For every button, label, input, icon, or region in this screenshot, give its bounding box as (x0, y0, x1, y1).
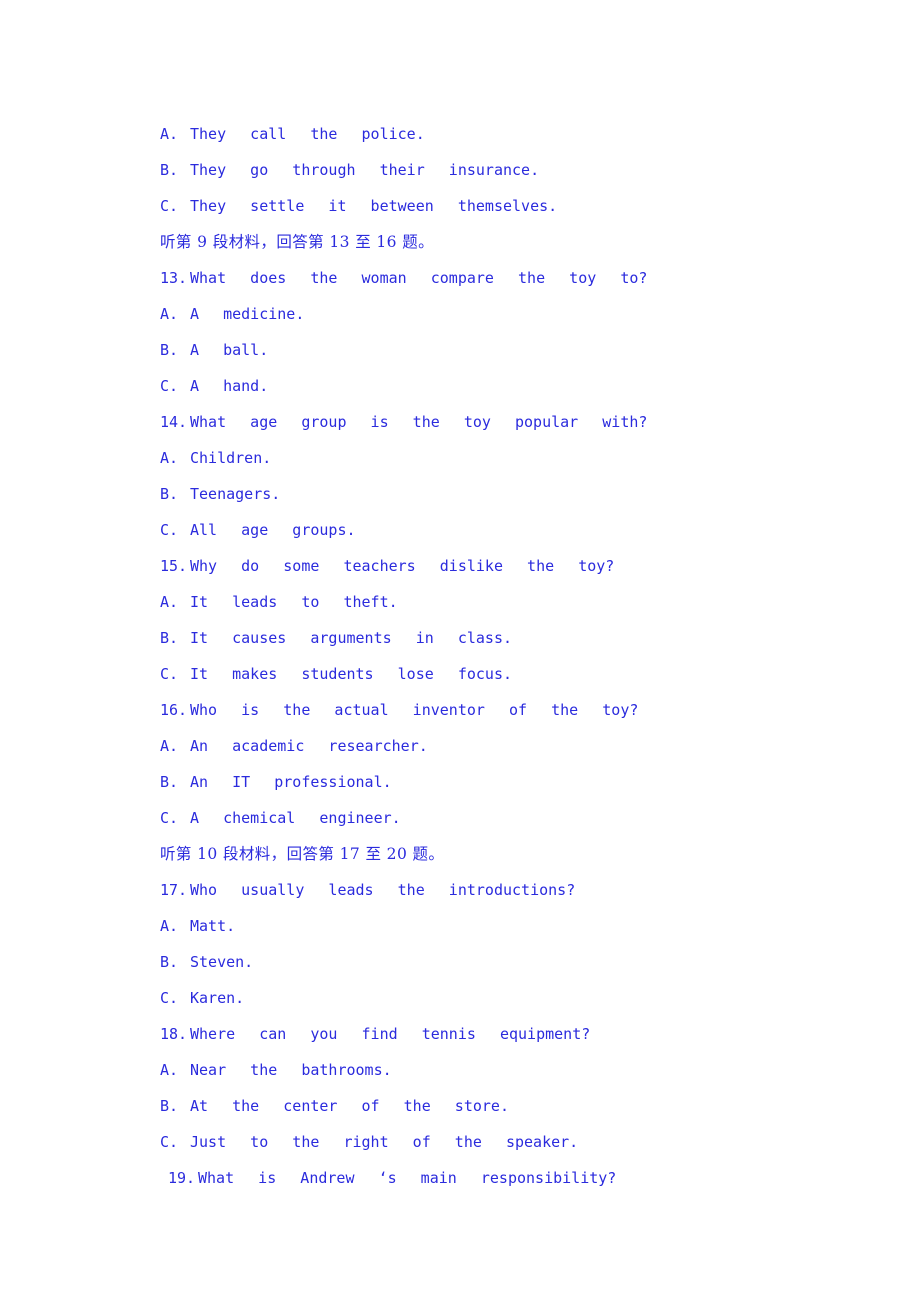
question-number: 18. (160, 1025, 188, 1043)
option-text: Just to the right of the speaker. (190, 1133, 579, 1151)
option-letter: B. (160, 341, 179, 359)
question-line: 13. What does the woman compare the toy t… (160, 260, 860, 296)
answer-option-line: B. Teenagers. (160, 476, 860, 512)
option-text: Children. (190, 449, 272, 467)
question-text: What age group is the toy popular with? (190, 413, 648, 431)
answer-option-line: B. An IT professional. (160, 764, 860, 800)
option-text: Karen. (190, 989, 245, 1007)
option-letter: A. (160, 737, 179, 755)
option-text: It makes students lose focus. (190, 665, 513, 683)
answer-option-line: C. It makes students lose focus. (160, 656, 860, 692)
option-text: An academic researcher. (190, 737, 428, 755)
option-letter: A. (160, 305, 179, 323)
question-text: Where can you find tennis equipment? (190, 1025, 591, 1043)
option-text: It leads to theft. (190, 593, 398, 611)
question-list: A. They call the police. B. They go through… (160, 116, 860, 1196)
answer-option-line: B. A ball. (160, 332, 860, 368)
answer-option-line: C. Karen. (160, 980, 860, 1016)
option-text: All age groups. (190, 521, 356, 539)
question-line: 15. Why do some teachers dislike the toy? (160, 548, 860, 584)
option-letter: A. (160, 593, 179, 611)
question-number: 16. (160, 701, 188, 719)
option-letter: B. (160, 485, 179, 503)
option-text: An IT professional. (190, 773, 392, 791)
question-number: 14. (160, 413, 188, 431)
listening-section-heading: 听第 10 段材料，回答第 17 至 20 题。 (160, 836, 860, 872)
option-letter: B. (160, 773, 179, 791)
question-line: 14. What age group is the toy popular wit… (160, 404, 860, 440)
question-text: What does the woman compare the toy to? (190, 269, 648, 287)
option-letter: C. (160, 197, 179, 215)
option-text: It causes arguments in class. (190, 629, 513, 647)
answer-option-line: B. At the center of the store. (160, 1088, 860, 1124)
option-letter: C. (160, 665, 179, 683)
option-letter: A. (160, 917, 179, 935)
section-heading-text: 听第 10 段材料，回答第 17 至 20 题。 (160, 845, 445, 863)
option-letter: B. (160, 161, 179, 179)
option-letter: B. (160, 953, 179, 971)
option-text: A medicine. (190, 305, 305, 323)
answer-option-line: A. It leads to theft. (160, 584, 860, 620)
option-text: A hand. (190, 377, 269, 395)
option-letter: C. (160, 521, 179, 539)
option-text: They settle it between themselves. (190, 197, 558, 215)
answer-option-line: C. They settle it between themselves. (160, 188, 860, 224)
question-number: 13. (160, 269, 188, 287)
answer-option-line: C. A hand. (160, 368, 860, 404)
option-text: At the center of the store. (190, 1097, 509, 1115)
answer-option-line: A. A medicine. (160, 296, 860, 332)
option-letter: B. (160, 1097, 179, 1115)
answer-option-line: B. It causes arguments in class. (160, 620, 860, 656)
option-text: A ball. (190, 341, 269, 359)
question-number: 19. (168, 1169, 196, 1187)
question-line: 19. What is Andrew ‘s main responsibility… (160, 1160, 860, 1196)
option-text: Matt. (190, 917, 236, 935)
question-text: Why do some teachers dislike the toy? (190, 557, 615, 575)
answer-option-line: C. A chemical engineer. (160, 800, 860, 836)
question-number: 15. (160, 557, 188, 575)
option-letter: A. (160, 1061, 179, 1079)
option-letter: C. (160, 377, 179, 395)
option-letter: C. (160, 1133, 179, 1151)
option-text: They go through their insurance. (190, 161, 540, 179)
option-text: Teenagers. (190, 485, 281, 503)
answer-option-line: C. Just to the right of the speaker. (160, 1124, 860, 1160)
answer-option-line: C. All age groups. (160, 512, 860, 548)
document-page: A. They call the police. B. They go through… (0, 0, 920, 1302)
question-text: Who usually leads the introductions? (190, 881, 576, 899)
section-heading-text: 听第 9 段材料，回答第 13 至 16 题。 (160, 233, 435, 251)
answer-option-line: A. Children. (160, 440, 860, 476)
option-letter: C. (160, 809, 179, 827)
option-letter: C. (160, 989, 179, 1007)
option-text: They call the police. (190, 125, 425, 143)
question-line: 18. Where can you find tennis equipment? (160, 1016, 860, 1052)
option-text: A chemical engineer. (190, 809, 401, 827)
option-letter: A. (160, 125, 179, 143)
question-line: 16. Who is the actual inventor of the toy… (160, 692, 860, 728)
option-letter: B. (160, 629, 179, 647)
option-text: Steven. (190, 953, 254, 971)
question-text: What is Andrew ‘s main responsibility? (198, 1169, 617, 1187)
question-text: Who is the actual inventor of the toy? (190, 701, 639, 719)
option-letter: A. (160, 449, 179, 467)
answer-option-line: A. An academic researcher. (160, 728, 860, 764)
answer-option-line: B. They go through their insurance. (160, 152, 860, 188)
question-number: 17. (160, 881, 188, 899)
answer-option-line: A. Matt. (160, 908, 860, 944)
answer-option-line: A. They call the police. (160, 116, 860, 152)
answer-option-line: A. Near the bathrooms. (160, 1052, 860, 1088)
answer-option-line: B. Steven. (160, 944, 860, 980)
question-line: 17. Who usually leads the introductions? (160, 872, 860, 908)
option-text: Near the bathrooms. (190, 1061, 392, 1079)
listening-section-heading: 听第 9 段材料，回答第 13 至 16 题。 (160, 224, 860, 260)
